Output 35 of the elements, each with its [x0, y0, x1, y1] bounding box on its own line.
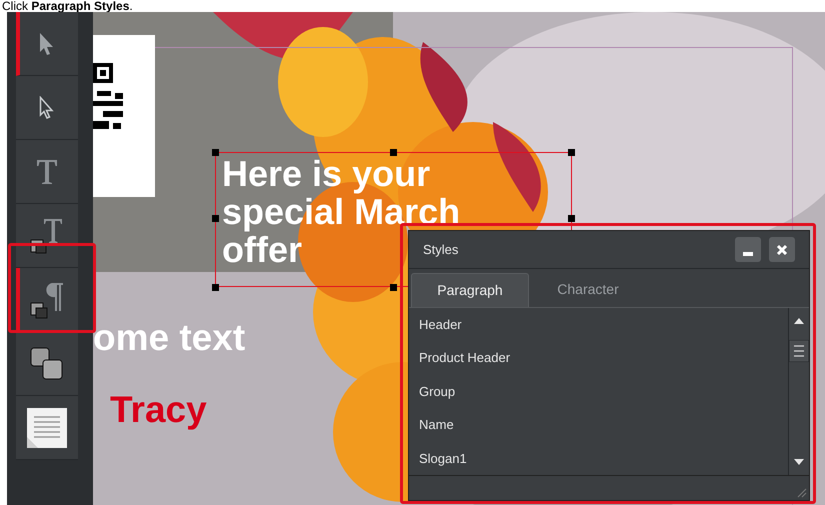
style-list-item[interactable]: Slogan1	[409, 442, 788, 475]
resize-handle[interactable]	[212, 149, 219, 156]
style-list-item[interactable]: Header	[409, 308, 788, 341]
minimize-icon	[743, 252, 753, 256]
layers-icon	[30, 346, 64, 380]
resize-handle[interactable]	[390, 284, 397, 291]
arrow-icon	[39, 96, 55, 120]
scroll-up-icon[interactable]	[794, 318, 804, 324]
resize-grip-icon[interactable]	[797, 488, 807, 498]
instruction-text: Click Paragraph Styles.	[2, 0, 133, 12]
type-style-icon	[30, 218, 64, 254]
page-icon	[26, 406, 68, 448]
resize-handle[interactable]	[212, 284, 219, 291]
close-icon	[776, 244, 788, 256]
scrollbar[interactable]	[788, 308, 809, 475]
style-list-item[interactable]: Group	[409, 374, 788, 408]
style-list-item[interactable]: Product Header	[409, 341, 788, 374]
style-list-item[interactable]: Name	[409, 408, 788, 442]
name-text: Tracy	[110, 390, 207, 430]
panel-tab[interactable]: Paragraph	[411, 272, 529, 306]
scroll-thumb-icon[interactable]	[789, 340, 809, 362]
resize-handle[interactable]	[390, 149, 397, 156]
type-icon	[36, 158, 58, 184]
pilcrow-style-icon	[30, 280, 64, 318]
resize-handle[interactable]	[568, 215, 575, 222]
minimize-button[interactable]	[735, 237, 761, 262]
arrow-icon	[39, 32, 55, 56]
body-text: ome text	[93, 318, 246, 358]
close-button[interactable]	[769, 237, 795, 262]
tool-button[interactable]	[16, 12, 78, 76]
panel-title: Styles	[423, 240, 460, 259]
scroll-down-icon[interactable]	[794, 459, 804, 465]
resize-handle[interactable]	[568, 149, 575, 156]
resize-handle[interactable]	[212, 215, 219, 222]
panel-tab[interactable]: Character	[529, 272, 647, 306]
